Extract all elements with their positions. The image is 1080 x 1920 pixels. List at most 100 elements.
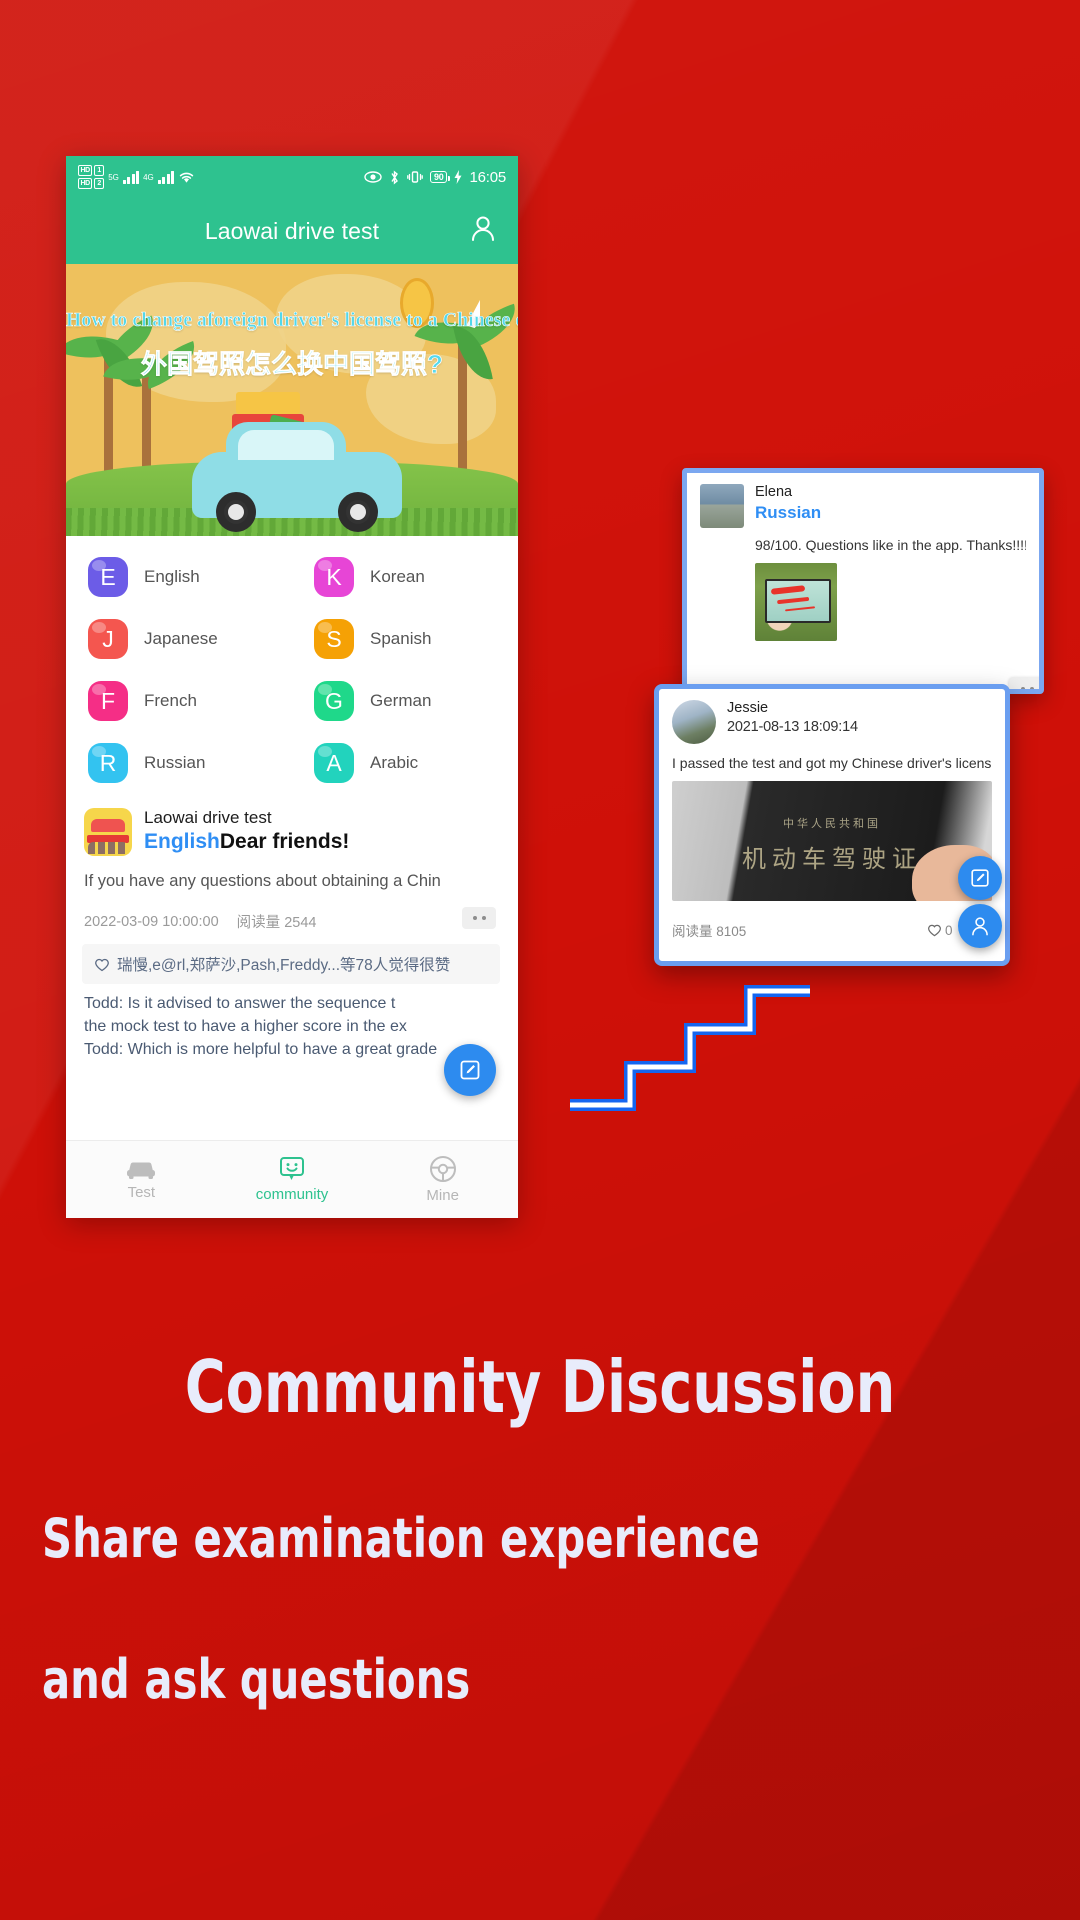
language-item-arabic[interactable]: A Arabic <box>292 732 518 794</box>
jessie-photo[interactable]: 中华人民共和国 机动车驾驶证 <box>672 781 992 901</box>
banner-buoy-icon <box>400 278 434 328</box>
phone-screen-mockup: HD 1 HD 2 5G 4G 90 16:05 Laowai drive te… <box>66 156 518 1218</box>
promo-subtitle-line-2: and ask questions <box>42 1648 471 1711</box>
language-item-german[interactable]: G German <box>292 670 518 732</box>
post-meta: 2022-03-09 10:00:00 阅读量 2544 <box>84 907 500 932</box>
license-big-text: 机动车驾驶证 <box>742 847 922 873</box>
vibrate-icon <box>407 171 423 183</box>
post-title-language: English <box>144 830 220 853</box>
language-item-japanese[interactable]: J Japanese <box>66 608 292 670</box>
steering-wheel-icon <box>429 1156 456 1182</box>
network-label-2: 4G <box>143 172 154 182</box>
hd-badge-2: HD <box>78 178 93 189</box>
language-initial-icon: K <box>314 557 354 597</box>
status-bar: HD 1 HD 2 5G 4G 90 16:05 <box>66 156 518 198</box>
elena-card-body: Elena Russian 98/100. Questions like in … <box>687 473 1039 652</box>
person-icon[interactable] <box>470 215 496 248</box>
post-avatar <box>84 808 132 856</box>
comment-line: Todd: Which is more helpful to have a gr… <box>84 1041 438 1059</box>
tab-test[interactable]: Test <box>66 1158 217 1201</box>
post-likes-text: 瑞慢,e@rl,郑萨沙,Pash,Freddy...等78人觉得很赞 <box>117 957 451 974</box>
community-post[interactable]: Laowai drive test EnglishDear friends! I… <box>66 794 518 984</box>
language-label: Korean <box>370 567 425 586</box>
battery-icon: 90 <box>430 171 451 183</box>
post-author: Laowai drive test <box>144 808 272 827</box>
elena-photo[interactable] <box>755 563 837 641</box>
language-item-korean[interactable]: K Korean <box>292 546 518 608</box>
more-dots-icon[interactable] <box>1009 677 1039 689</box>
tab-community[interactable]: community <box>217 1156 368 1203</box>
banner-car <box>192 422 402 532</box>
community-card-elena[interactable]: Elena Russian 98/100. Questions like in … <box>682 468 1044 694</box>
post-likes-bar[interactable]: 瑞慢,e@rl,郑萨沙,Pash,Freddy...等78人觉得很赞 <box>82 944 500 984</box>
elena-text: 98/100. Questions like in the app. Thank… <box>755 537 1026 553</box>
language-item-french[interactable]: F French <box>66 670 292 732</box>
sim-badge-1: 1 <box>94 165 105 176</box>
promo-banner[interactable]: How to change aforeign driver's license … <box>66 264 518 536</box>
elena-name: Elena <box>755 484 793 500</box>
community-card-jessie[interactable]: Jessie 2021-08-13 18:09:14 I passed the … <box>654 684 1010 966</box>
language-label: Japanese <box>144 629 218 648</box>
avatar <box>672 700 716 744</box>
language-label: English <box>144 567 200 586</box>
tab-mine[interactable]: Mine <box>367 1155 518 1204</box>
language-row: R Russian A Arabic <box>66 732 518 794</box>
license-small-text: 中华人民共和国 <box>783 818 881 830</box>
heart-icon <box>928 924 941 937</box>
language-item-english[interactable]: E English <box>66 546 292 608</box>
bottom-tab-bar: Test community Mine <box>66 1140 518 1218</box>
tab-label: Mine <box>426 1187 459 1204</box>
compose-icon[interactable] <box>958 856 1002 900</box>
post-reads: 阅读量 2544 <box>236 915 317 931</box>
jessie-date: 2021-08-13 18:09:14 <box>727 719 858 735</box>
comment-line: Todd: Is it advised to answer the sequen… <box>84 995 396 1012</box>
signal-bars-icon-2 <box>157 170 174 184</box>
language-label: French <box>144 691 197 710</box>
jessie-card-footer: 阅读量 8105 0 1 <box>659 912 1005 950</box>
elena-language: Russian <box>755 503 822 522</box>
elena-card-header: Elena Russian <box>700 484 1026 528</box>
language-initial-icon: G <box>314 681 354 721</box>
language-label: Spanish <box>370 629 432 648</box>
language-label: Arabic <box>370 753 419 772</box>
sim-badge-2: 2 <box>94 178 105 189</box>
language-item-spanish[interactable]: S Spanish <box>292 608 518 670</box>
language-initial-icon: R <box>88 743 128 783</box>
post-title-text: Dear friends! <box>219 830 350 853</box>
compose-icon[interactable] <box>444 1044 496 1096</box>
language-row: F French G German <box>66 670 518 732</box>
chat-smile-icon <box>280 1157 304 1180</box>
more-dots-icon[interactable] <box>462 907 496 929</box>
jessie-reads: 阅读量 8105 <box>672 924 747 939</box>
charging-icon <box>454 170 462 184</box>
jessie-name: Jessie <box>727 700 769 716</box>
language-row: E English K Korean <box>66 546 518 608</box>
status-bar-clock: 16:05 <box>469 168 506 186</box>
bluetooth-icon <box>391 170 398 184</box>
hd-badge-1: HD <box>78 165 93 176</box>
language-list: E English K Korean J Japanese S Spanish … <box>66 536 518 794</box>
post-comments[interactable]: Todd: Is it advised to answer the sequen… <box>66 984 518 1062</box>
post-header: Laowai drive test EnglishDear friends! <box>84 808 500 856</box>
status-bar-right: 90 16:05 <box>364 169 506 186</box>
language-label: Russian <box>144 753 206 772</box>
signal-bars-icon-1 <box>122 170 140 184</box>
status-bar-left: HD 1 HD 2 5G 4G <box>78 165 195 189</box>
heart-icon <box>95 958 109 971</box>
like-count: 0 <box>944 922 953 938</box>
language-initial-icon: F <box>88 681 128 721</box>
language-label: German <box>370 691 432 710</box>
person-icon[interactable] <box>958 904 1002 948</box>
language-initial-icon: A <box>314 743 354 783</box>
language-initial-icon: J <box>88 619 128 659</box>
promo-subtitle-line-1: Share examination experience <box>42 1507 760 1570</box>
like-stat[interactable]: 0 <box>927 922 953 938</box>
avatar <box>700 484 744 528</box>
app-bar: Laowai drive test <box>66 198 518 264</box>
language-initial-icon: E <box>88 557 128 597</box>
wifi-icon <box>179 172 194 183</box>
dual-sim-hd-icon: HD 1 HD 2 <box>78 165 105 189</box>
language-item-russian[interactable]: R Russian <box>66 732 292 794</box>
eye-icon <box>364 171 382 183</box>
car-icon <box>127 1162 156 1179</box>
